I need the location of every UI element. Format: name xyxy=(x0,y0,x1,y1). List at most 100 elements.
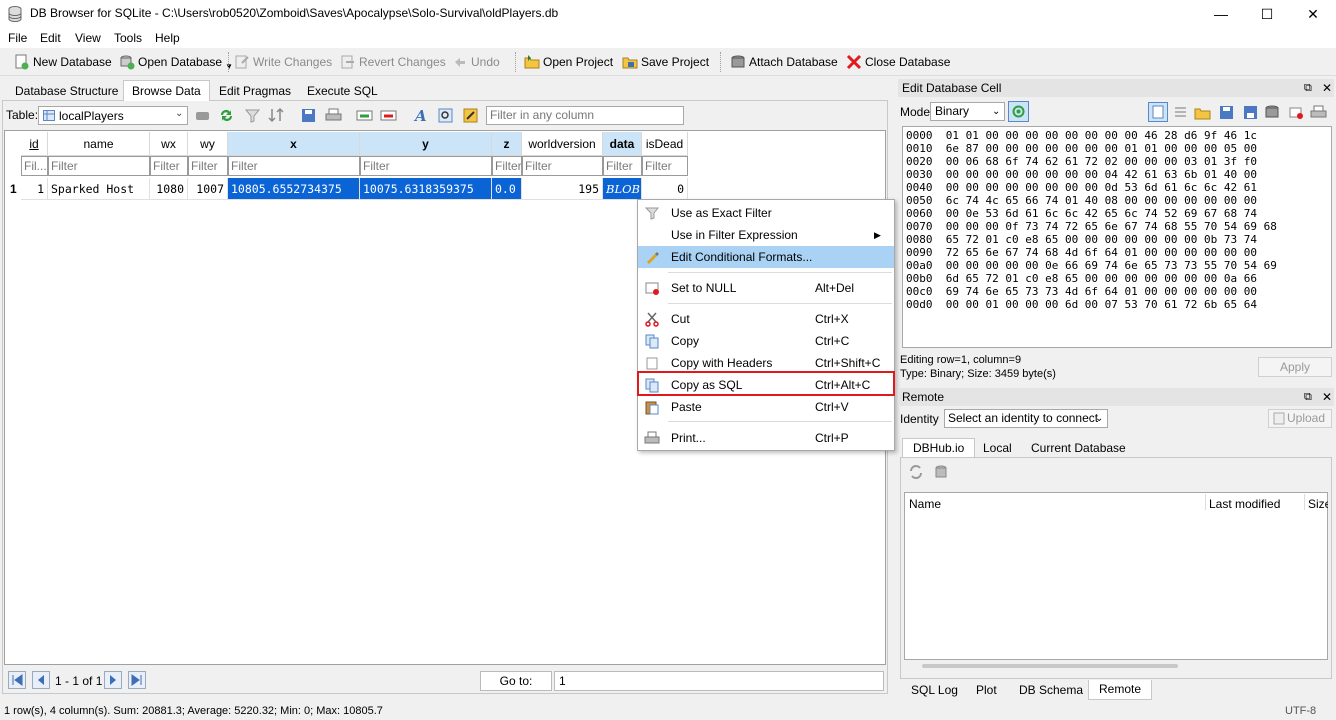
hex-editor[interactable]: 0000 01 01 00 00 00 00 00 00 00 00 46 28… xyxy=(902,126,1332,348)
save-cell-icon[interactable] xyxy=(1242,104,1259,121)
tab-plot[interactable]: Plot xyxy=(965,680,1008,700)
menu-tools[interactable]: Tools xyxy=(114,31,142,45)
database-icon[interactable] xyxy=(1264,104,1281,121)
sync-icon[interactable] xyxy=(218,107,235,124)
float-panel-icon[interactable]: ⧉ xyxy=(1304,79,1312,97)
close-database-button[interactable]: Close Database xyxy=(846,52,950,72)
menu-paste[interactable]: Paste Ctrl+V xyxy=(638,396,894,418)
identity-select[interactable]: Select an identity to connect ⌄ xyxy=(944,409,1108,428)
cell-wx[interactable]: 1080 xyxy=(150,178,188,200)
menu-edit-conditional-formats[interactable]: Edit Conditional Formats... xyxy=(638,246,894,268)
close-panel-icon[interactable]: ✕ xyxy=(1322,79,1332,97)
column-header-data[interactable]: data xyxy=(603,132,642,156)
column-header-last-modified[interactable]: Last modified xyxy=(1209,497,1280,511)
menu-set-to-null[interactable]: Set to NULL Alt+Del xyxy=(638,277,894,299)
remote-file-list[interactable] xyxy=(904,492,1328,660)
column-header-z[interactable]: z xyxy=(492,132,522,156)
maximize-button[interactable]: ☐ xyxy=(1244,0,1290,28)
close-window-button[interactable]: ✕ xyxy=(1290,0,1336,28)
menu-help[interactable]: Help xyxy=(155,31,180,45)
close-panel-icon[interactable]: ✕ xyxy=(1322,388,1332,406)
menu-use-exact-filter[interactable]: Use as Exact Filter xyxy=(638,202,894,224)
print-icon[interactable] xyxy=(325,107,342,124)
first-record-button[interactable] xyxy=(8,671,26,689)
float-panel-icon[interactable]: ⧉ xyxy=(1304,388,1312,406)
filter-isdead[interactable]: Filter xyxy=(642,156,688,176)
menu-copy[interactable]: Copy Ctrl+C xyxy=(638,330,894,352)
menu-file[interactable]: File xyxy=(8,31,27,45)
open-project-button[interactable]: Open Project xyxy=(524,52,613,72)
cell-wy[interactable]: 1007 xyxy=(188,178,228,200)
insert-record-icon[interactable] xyxy=(356,107,373,124)
set-null-icon[interactable] xyxy=(1288,104,1305,121)
open-database-button[interactable]: Open Database ▼ xyxy=(119,52,233,72)
tab-database-structure[interactable]: Database Structure xyxy=(6,80,127,101)
cell-y[interactable]: 10075.6318359375 xyxy=(360,178,492,200)
filter-z[interactable]: Filter xyxy=(492,156,522,176)
clone-database-icon[interactable] xyxy=(934,464,950,480)
filter-any-column-input[interactable]: Filter in any column xyxy=(486,106,684,125)
write-changes-button[interactable]: Write Changes xyxy=(234,52,332,72)
import-icon[interactable] xyxy=(1194,104,1211,121)
tab-current-database[interactable]: Current Database xyxy=(1020,438,1137,458)
apply-button[interactable]: Apply xyxy=(1258,357,1332,377)
row-number[interactable]: 1 xyxy=(10,182,17,196)
export-icon[interactable] xyxy=(1218,104,1235,121)
text-format-icon[interactable] xyxy=(1172,104,1189,121)
minimize-button[interactable]: — xyxy=(1198,0,1244,28)
find-icon[interactable] xyxy=(437,107,454,124)
last-record-button[interactable] xyxy=(128,671,146,689)
auto-switch-mode-button[interactable] xyxy=(1008,101,1029,122)
word-wrap-button[interactable] xyxy=(1148,102,1168,122)
tab-browse-data[interactable]: Browse Data xyxy=(123,80,210,101)
tab-local[interactable]: Local xyxy=(972,438,1023,458)
column-header-worldversion[interactable]: worldversion xyxy=(522,132,603,156)
filter-x[interactable]: Filter xyxy=(228,156,360,176)
undo-button[interactable]: Undo xyxy=(452,52,500,72)
cell-worldversion[interactable]: 195 xyxy=(522,178,603,200)
tab-db-schema[interactable]: DB Schema xyxy=(1008,680,1094,700)
column-header-y[interactable]: y xyxy=(360,132,492,156)
tab-dbhub[interactable]: DBHub.io xyxy=(902,438,976,458)
goto-input[interactable]: 1 xyxy=(554,671,884,691)
horizontal-scrollbar[interactable] xyxy=(922,664,1178,668)
menu-cut[interactable]: Cut Ctrl+X xyxy=(638,308,894,330)
new-database-button[interactable]: New Database xyxy=(14,52,112,72)
save-table-icon[interactable] xyxy=(300,107,317,124)
column-header-wx[interactable]: wx xyxy=(150,132,188,156)
tab-remote[interactable]: Remote xyxy=(1088,680,1153,700)
menu-print[interactable]: Print... Ctrl+P xyxy=(638,427,894,449)
delete-record-icon[interactable] xyxy=(380,107,397,124)
filter-wy[interactable]: Filter xyxy=(188,156,228,176)
clear-filters-icon[interactable] xyxy=(244,107,261,124)
cell-id[interactable]: 1 xyxy=(21,178,48,200)
filter-y[interactable]: Filter xyxy=(360,156,492,176)
refresh-table-icon[interactable] xyxy=(194,107,211,124)
previous-record-button[interactable] xyxy=(32,671,50,689)
refresh-icon[interactable] xyxy=(908,464,924,480)
filter-id[interactable]: Fil... xyxy=(21,156,48,176)
cell-z[interactable]: 0.0 xyxy=(492,178,522,200)
cell-isdead[interactable]: 0 xyxy=(642,178,688,200)
font-icon[interactable]: A xyxy=(412,107,429,125)
column-header-wy[interactable]: wy xyxy=(188,132,228,156)
menu-edit[interactable]: Edit xyxy=(40,31,61,45)
filter-name[interactable]: Filter xyxy=(48,156,150,176)
sort-icon[interactable] xyxy=(268,107,285,124)
filter-data[interactable]: Filter xyxy=(603,156,642,176)
column-header-x[interactable]: x xyxy=(228,132,360,156)
goto-button[interactable]: Go to: xyxy=(480,671,552,691)
tab-edit-pragmas[interactable]: Edit Pragmas xyxy=(210,80,300,101)
column-header-name[interactable]: name xyxy=(48,132,150,156)
column-header-name[interactable]: Name xyxy=(909,497,941,511)
cell-name[interactable]: Sparked Host xyxy=(48,178,150,200)
replace-icon[interactable] xyxy=(462,107,479,124)
tab-execute-sql[interactable]: Execute SQL xyxy=(298,80,387,101)
attach-database-button[interactable]: Attach Database xyxy=(730,52,838,72)
column-header-id[interactable]: id xyxy=(21,132,48,156)
next-record-button[interactable] xyxy=(104,671,122,689)
table-select[interactable]: localPlayers ⌄ xyxy=(38,106,188,125)
save-project-button[interactable]: Save Project xyxy=(622,52,709,72)
print-icon[interactable] xyxy=(1310,104,1327,121)
revert-changes-button[interactable]: Revert Changes xyxy=(340,52,446,72)
